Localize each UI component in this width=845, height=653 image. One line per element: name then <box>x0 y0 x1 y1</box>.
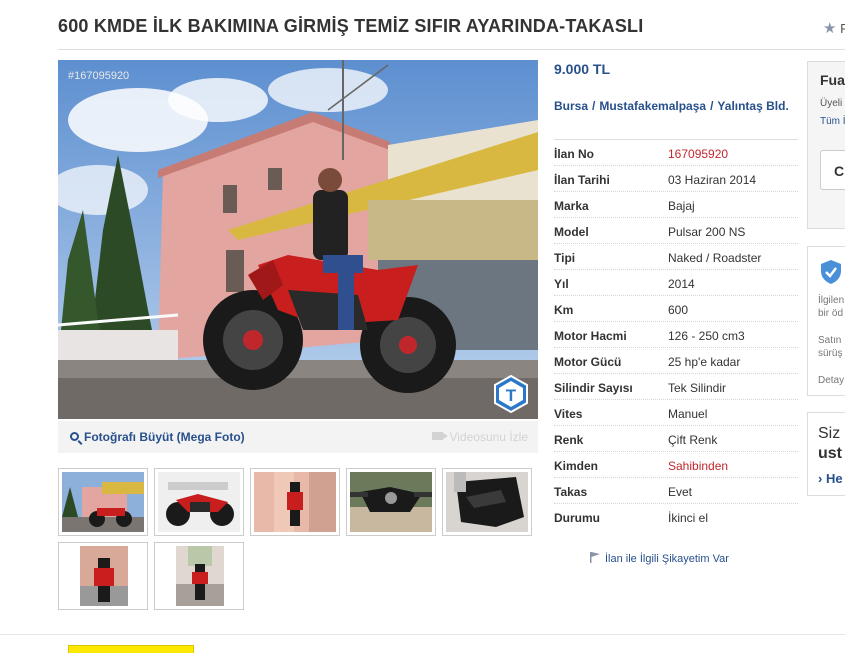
favorite-button[interactable]: ★ F <box>823 19 845 37</box>
watch-video-button[interactable]: Videosunu İzle <box>432 430 528 444</box>
thumbnail-3[interactable] <box>250 468 340 536</box>
sidebar-link[interactable]: Tüm İ <box>820 116 845 127</box>
details-table: İlan No 167095920 İlan Tarihi 03 Haziran 2… <box>554 139 798 530</box>
detail-row: Kimden Sahibinden <box>554 452 798 478</box>
trust-badge-icon: T <box>494 375 528 413</box>
detail-row: Model Pulsar 200 NS <box>554 218 798 244</box>
video-label: Videosunu İzle <box>449 430 528 444</box>
video-camera-icon <box>432 432 449 440</box>
sidebar-text: bir öd <box>818 308 844 319</box>
star-icon: ★ <box>823 20 837 37</box>
report-label: İlan ile İlgili Şikayetim Var <box>605 553 729 565</box>
thumbnail-2[interactable] <box>154 468 244 536</box>
detail-value: İkinci el <box>668 511 709 525</box>
title-bar: 600 KMDE İLK BAKIMINA GİRMİŞ TEMİZ SIFIR… <box>58 0 845 50</box>
detail-value: Evet <box>668 485 693 499</box>
detail-row: Km 600 <box>554 296 798 322</box>
detail-key: Silindir Sayısı <box>554 381 633 395</box>
detail-value: 25 hp'e kadar <box>668 355 741 369</box>
divider <box>0 634 845 635</box>
detail-value: 167095920 <box>668 147 729 161</box>
detail-key: Durumu <box>554 511 600 525</box>
detail-key: Km <box>554 303 574 317</box>
detail-key: Motor Hacmi <box>554 329 627 343</box>
listing-price: 9.000 TL <box>554 61 611 77</box>
detail-row: Marka Bajaj <box>554 192 798 218</box>
detail-row: Silindir Sayısı Tek Silindir <box>554 374 798 400</box>
sidebar-text: Üyeli <box>820 98 843 109</box>
detail-key: Model <box>554 225 589 239</box>
detail-value: 03 Haziran 2014 <box>668 173 757 187</box>
thumbnail-6[interactable] <box>58 542 148 610</box>
thumbnail-7[interactable] <box>154 542 244 610</box>
detail-value: Çift Renk <box>668 433 718 447</box>
detail-key: Tipi <box>554 251 576 265</box>
promo-line: ust <box>818 445 842 462</box>
detail-row: Vites Manuel <box>554 400 798 426</box>
enlarge-photo-button[interactable]: Fotoğrafı Büyüt (Mega Foto) <box>70 430 245 444</box>
thumbnail-5[interactable] <box>442 468 532 536</box>
detail-value: Tek Silindir <box>668 381 727 395</box>
shield-icon <box>821 260 841 284</box>
detail-value: Bajaj <box>668 199 695 213</box>
location-neighborhood[interactable]: Yalıntaş Bld. <box>717 99 788 113</box>
magnifier-icon <box>70 432 79 441</box>
detail-row: Takas Evet <box>554 478 798 504</box>
badge-letter: T <box>506 386 517 405</box>
bottom-tab[interactable] <box>68 645 194 653</box>
detail-row: Motor Hacmi 126 - 250 cm3 <box>554 322 798 348</box>
sidebar-account-box: Fua Üyeli Tüm İ C <box>807 61 845 229</box>
thumbnail-1[interactable] <box>58 468 148 536</box>
promo-line: Siz a <box>818 425 845 442</box>
detail-row: Yıl 2014 <box>554 270 798 296</box>
motorcycle-photo <box>58 60 538 419</box>
main-photo[interactable]: #167095920 T <box>58 60 538 419</box>
detail-row: Durumu İkinci el <box>554 504 798 530</box>
sidebar-link[interactable]: Detay <box>818 375 844 386</box>
detail-value: 600 <box>668 303 689 317</box>
listing-title: 600 KMDE İLK BAKIMINA GİRMİŞ TEMİZ SIFIR… <box>58 16 644 36</box>
photo-toolbar: Fotoğrafı Büyüt (Mega Foto) Videosunu İz… <box>58 421 538 453</box>
detail-key: Vites <box>554 407 583 421</box>
detail-row: Motor Gücü 25 hp'e kadar <box>554 348 798 374</box>
detail-row: İlan Tarihi 03 Haziran 2014 <box>554 166 798 192</box>
detail-key: Marka <box>554 199 589 213</box>
detail-key: Takas <box>554 485 588 499</box>
sidebar-button[interactable]: C <box>820 150 845 190</box>
detail-row: İlan No 167095920 <box>554 140 798 166</box>
detail-row: Tipi Naked / Roadster <box>554 244 798 270</box>
detail-value: 126 - 250 cm3 <box>668 329 745 343</box>
detail-value: Naked / Roadster <box>668 251 762 265</box>
photo-id: #167095920 <box>68 70 130 82</box>
thumbnail-4[interactable] <box>346 468 436 536</box>
detail-value: 2014 <box>668 277 695 291</box>
flag-icon <box>590 552 600 563</box>
detail-key: Yıl <box>554 277 569 291</box>
breadcrumb-separator: / <box>710 99 714 113</box>
detail-value: Pulsar 200 NS <box>668 225 746 239</box>
detail-key: İlan No <box>554 147 595 161</box>
detail-key: Kimden <box>554 459 599 473</box>
detail-key: İlan Tarihi <box>554 173 610 187</box>
sidebar-secure-box: İlgilen bir öd Satın sürüş Detay <box>807 246 845 396</box>
sidebar-promo-box: Siz a ust › He <box>807 412 845 496</box>
location-city[interactable]: Bursa <box>554 99 588 113</box>
promo-link[interactable]: › He <box>818 471 843 486</box>
detail-key: Motor Gücü <box>554 355 622 369</box>
sidebar-text: sürüş <box>818 348 843 359</box>
sidebar-heading: Fua <box>820 72 845 88</box>
location-district[interactable]: Mustafakemalpaşa <box>599 99 706 113</box>
detail-value: Sahibinden <box>668 459 729 473</box>
report-listing-link[interactable]: İlan ile İlgili Şikayetim Var <box>590 551 729 565</box>
breadcrumb-separator: / <box>592 99 596 113</box>
detail-key: Renk <box>554 433 584 447</box>
detail-value: Manuel <box>668 407 708 421</box>
breadcrumb: Bursa / Mustafakemalpaşa / Yalıntaş Bld. <box>554 99 794 114</box>
favorite-label: F <box>840 21 845 36</box>
detail-row: Renk Çift Renk <box>554 426 798 452</box>
sidebar-text: Satın <box>818 335 842 346</box>
enlarge-label: Fotoğrafı Büyüt (Mega Foto) <box>84 430 245 444</box>
sidebar-text: İlgilen <box>818 295 845 306</box>
